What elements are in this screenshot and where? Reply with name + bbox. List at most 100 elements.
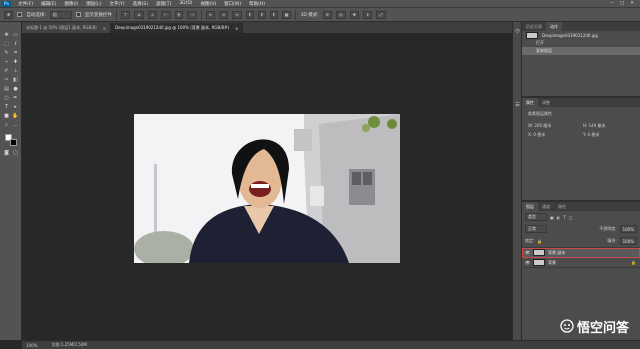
- history-panel-icon[interactable]: ◷: [514, 28, 521, 35]
- menu-help[interactable]: 帮助(H): [245, 1, 269, 7]
- 3d-scale-icon[interactable]: ⤢: [376, 10, 386, 19]
- menu-file[interactable]: 文件(F): [14, 1, 37, 7]
- minimize-button[interactable]: —: [609, 1, 614, 6]
- gradient-tool-icon[interactable]: ▤: [3, 86, 10, 93]
- quick-mask-icon[interactable]: ◙: [3, 150, 10, 157]
- rectangle-tool-icon[interactable]: ■: [3, 113, 10, 120]
- visibility-eye-icon[interactable]: 👁: [525, 250, 530, 255]
- filter-type-icon[interactable]: T: [563, 215, 565, 220]
- blend-mode-dropdown[interactable]: 正常: [525, 225, 547, 233]
- menu-image[interactable]: 图像(I): [60, 1, 82, 7]
- tab-layers[interactable]: 图层: [522, 202, 538, 211]
- distribute-top-icon[interactable]: ≡: [205, 10, 215, 19]
- move-tool-preset-icon[interactable]: ✥: [4, 10, 14, 19]
- tab-actions[interactable]: 动作: [546, 22, 562, 31]
- clone-stamp-tool-icon[interactable]: ⊥: [12, 68, 19, 75]
- crop-tool-icon[interactable]: ⌗: [12, 50, 19, 57]
- pen-tool-icon[interactable]: ✒: [12, 95, 19, 102]
- menu-filter[interactable]: 滤镜(T): [152, 1, 175, 7]
- path-select-tool-icon[interactable]: ▸: [12, 104, 19, 111]
- history-snapshot[interactable]: Deepimage03190212d0.jpg: [522, 31, 640, 39]
- background-color-swatch[interactable]: [10, 139, 17, 146]
- filter-pixel-icon[interactable]: ▣: [550, 215, 554, 220]
- distribute-bottom-icon[interactable]: ≡: [232, 10, 242, 19]
- align-top-icon[interactable]: ⊤: [120, 10, 131, 19]
- menu-3d[interactable]: 3D(D): [175, 1, 196, 6]
- tab-channels[interactable]: 通道: [538, 202, 554, 211]
- align-bottom-icon[interactable]: ⊥: [147, 10, 158, 19]
- artboard-tool-icon[interactable]: ▭: [12, 32, 19, 39]
- tab-active-document[interactable]: Deepimage03190212d0.jpg @ 100% (背景 副本, R…: [111, 23, 244, 33]
- brush-tool-icon[interactable]: ✐: [3, 68, 10, 75]
- eraser-tool-icon[interactable]: ◧: [12, 77, 19, 84]
- filter-shape-icon[interactable]: ▢: [569, 215, 573, 220]
- menu-type[interactable]: 文字(Y): [105, 1, 128, 7]
- lasso-tool-icon[interactable]: ℓ: [12, 41, 19, 48]
- screen-mode-icon[interactable]: ▢: [12, 150, 19, 157]
- layer-row[interactable]: 👁 背景 🔒: [522, 258, 640, 268]
- 3d-pan-icon[interactable]: ✥: [349, 10, 359, 19]
- menu-window[interactable]: 窗口(W): [220, 1, 245, 7]
- height-field[interactable]: H: 149 厘米: [583, 123, 634, 129]
- healing-brush-tool-icon[interactable]: ✚: [12, 59, 19, 66]
- visibility-eye-icon[interactable]: 👁: [525, 260, 530, 265]
- move-tool-icon[interactable]: ✥: [3, 32, 10, 39]
- history-item[interactable]: 打开: [522, 39, 640, 47]
- marquee-tool-icon[interactable]: ⬚: [3, 41, 10, 48]
- menu-layer[interactable]: 图层(L): [82, 1, 105, 7]
- zoom-level[interactable]: 100%: [26, 343, 37, 348]
- align-center-icon[interactable]: ╪: [174, 10, 184, 19]
- tab-paths[interactable]: 路径: [554, 202, 570, 211]
- tab-label: 未标题-1 @ 50% (图层1 副本, RGB/8): [26, 25, 97, 30]
- document-image[interactable]: [134, 114, 400, 263]
- opacity-input[interactable]: 100%: [619, 225, 637, 233]
- align-left-icon[interactable]: ⊢: [161, 10, 171, 19]
- 3d-rotate-icon[interactable]: ⟳: [322, 10, 333, 19]
- tab-close-icon[interactable]: ×: [103, 26, 106, 31]
- properties-panel-icon[interactable]: ☰: [514, 102, 521, 109]
- filter-adjust-icon[interactable]: ◐: [557, 215, 561, 220]
- maximize-button[interactable]: □: [620, 1, 624, 6]
- menu-select[interactable]: 选择(S): [129, 1, 152, 7]
- auto-align-icon[interactable]: ▦: [281, 10, 292, 19]
- width-field[interactable]: W: 266 厘米: [528, 123, 579, 129]
- align-middle-icon[interactable]: ≑: [134, 10, 144, 19]
- distribute-center-icon[interactable]: ⦀: [257, 10, 266, 19]
- history-brush-tool-icon[interactable]: ✑: [3, 77, 10, 84]
- tab-history[interactable]: 历史记录: [522, 22, 546, 31]
- distribute-right-icon[interactable]: ⦀: [269, 10, 278, 19]
- divider: [200, 9, 202, 20]
- history-item-selected[interactable]: 复制图层: [522, 47, 640, 55]
- opacity-label: 不透明度:: [599, 226, 617, 231]
- dodge-tool-icon[interactable]: ○: [3, 95, 10, 102]
- layer-row-selected[interactable]: 👁 背景 副本: [522, 248, 640, 258]
- align-right-icon[interactable]: ⊣: [187, 10, 197, 19]
- quick-select-tool-icon[interactable]: ✎: [3, 50, 10, 57]
- eyedropper-tool-icon[interactable]: ⌁: [3, 59, 10, 66]
- history-panel: 历史记录 动作 Deepimage03190212d0.jpg 打开 复制图层: [522, 22, 640, 98]
- blur-tool-icon[interactable]: ●: [12, 86, 19, 93]
- x-field[interactable]: X: 0 厘米: [528, 132, 579, 138]
- type-tool-icon[interactable]: T: [3, 104, 10, 111]
- auto-select-dropdown[interactable]: 组: [49, 10, 72, 19]
- more-tools-icon[interactable]: …: [12, 122, 19, 129]
- hand-tool-icon[interactable]: ✋: [12, 113, 19, 120]
- menu-edit[interactable]: 编辑(E): [37, 1, 60, 7]
- menu-view[interactable]: 视图(V): [197, 1, 221, 7]
- show-transform-checkbox[interactable]: [75, 12, 81, 17]
- tab-close-icon[interactable]: ×: [235, 26, 238, 31]
- tab-adjustments[interactable]: 调整: [538, 98, 554, 107]
- tab-untitled[interactable]: 未标题-1 @ 50% (图层1 副本, RGB/8) ×: [22, 23, 112, 33]
- distribute-middle-icon[interactable]: ≡: [218, 10, 229, 19]
- tab-properties[interactable]: 属性: [522, 98, 538, 107]
- 3d-roll-icon[interactable]: ◎: [336, 10, 346, 19]
- fill-input[interactable]: 100%: [619, 237, 637, 245]
- y-field[interactable]: Y: 0 厘米: [583, 132, 634, 138]
- close-window-button[interactable]: ✕: [630, 1, 634, 6]
- lock-icon[interactable]: 🔒: [537, 239, 542, 244]
- 3d-slide-icon[interactable]: ⇕: [362, 10, 373, 19]
- distribute-left-icon[interactable]: ⦀: [245, 10, 254, 19]
- layer-filter-dropdown[interactable]: 类型: [525, 213, 547, 221]
- zoom-tool-icon[interactable]: ⌕: [3, 122, 10, 129]
- auto-select-checkbox[interactable]: [17, 12, 23, 17]
